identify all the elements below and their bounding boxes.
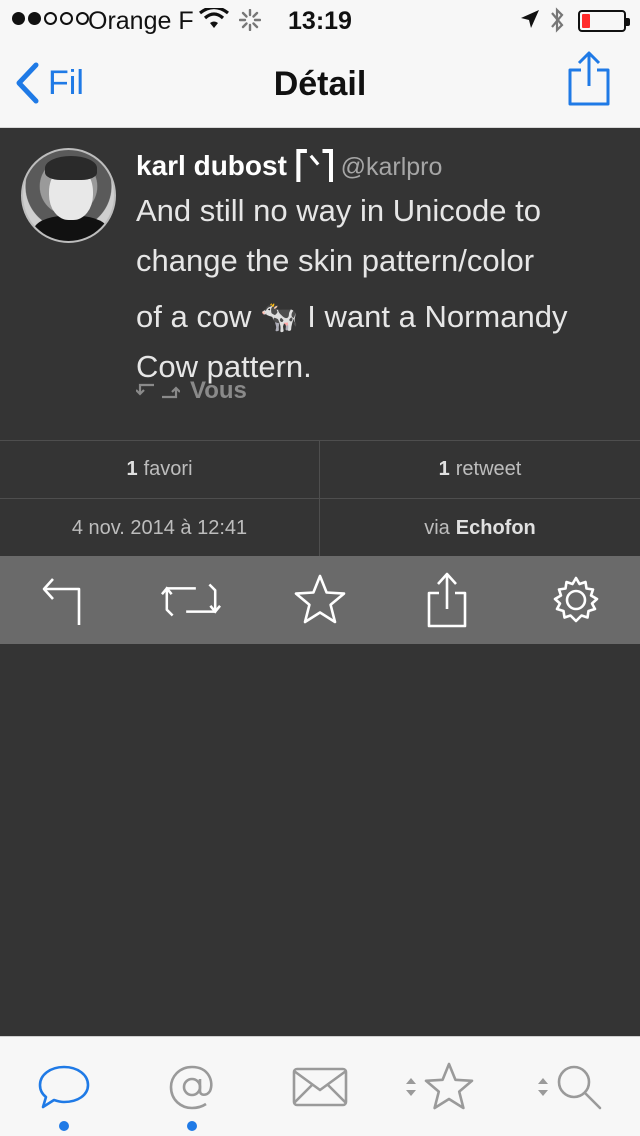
timeline-tab[interactable] <box>24 1057 104 1117</box>
tweet-text: And still no way in Unicode to change th… <box>136 186 626 392</box>
sort-arrows-icon <box>406 1078 416 1096</box>
back-label: Fil <box>48 63 84 102</box>
battery-level <box>582 14 590 28</box>
star-icon <box>294 574 346 624</box>
retweet-button[interactable] <box>161 570 221 630</box>
tweet-stats: 1 favori 1 retweet 4 nov. 2014 à 12:41 v… <box>0 440 640 557</box>
retweet-icon <box>161 583 221 617</box>
timeline-unread-dot <box>59 1121 69 1131</box>
search-tab[interactable] <box>530 1057 610 1117</box>
share-button[interactable] <box>417 570 477 630</box>
tab-bar <box>0 1036 640 1136</box>
messages-tab[interactable] <box>280 1057 360 1117</box>
tweet-text-line: change the skin pattern/color <box>136 243 535 278</box>
favorites-label: favori <box>143 458 193 480</box>
tweet-detail: karl dubost ⎡ᐠ⎤ @karlpro And still no way… <box>0 128 640 440</box>
via-prefix: via <box>424 516 450 539</box>
settings-button[interactable] <box>546 570 606 630</box>
chevron-left-icon <box>16 62 39 104</box>
share-icon <box>427 572 467 628</box>
star-icon <box>424 1062 474 1110</box>
author-name[interactable]: karl dubost ⎡ᐠ⎤ <box>136 150 335 181</box>
retweet-icon <box>136 383 180 399</box>
page-title: Détail <box>273 65 367 103</box>
reply-icon <box>42 578 81 625</box>
action-bar <box>0 556 640 644</box>
retweets-count: 1 <box>438 458 450 480</box>
carrier-name: Orange F <box>88 7 194 35</box>
back-button[interactable]: Fil <box>14 62 84 104</box>
tweet-text-line: And still no way in Unicode to <box>136 193 541 228</box>
favorite-button[interactable] <box>290 570 350 630</box>
status-bar: Orange F 13:19 <box>0 0 640 40</box>
author-row: karl dubost ⎡ᐠ⎤ @karlpro <box>136 149 442 182</box>
battery-icon <box>578 10 630 32</box>
mentions-unread-dot <box>187 1121 197 1131</box>
avatar[interactable] <box>21 148 116 243</box>
favorites-tab[interactable] <box>400 1057 480 1117</box>
share-icon[interactable] <box>566 50 612 108</box>
retweeted-by: Vous <box>136 377 247 405</box>
at-sign-icon <box>169 1065 213 1110</box>
top-bar: Orange F 13:19 Fil Détail <box>0 0 640 128</box>
wifi-icon <box>199 8 229 28</box>
envelope-icon <box>292 1067 348 1107</box>
via-app: Echofon <box>455 516 536 539</box>
author-handle[interactable]: @karlpro <box>341 153 443 181</box>
tweet-date: 4 nov. 2014 à 12:41 <box>71 516 248 539</box>
via-cell[interactable]: via Echofon <box>320 499 640 557</box>
signal-strength-icon <box>12 12 89 25</box>
favorites-count-cell[interactable]: 1 favori <box>0 441 320 499</box>
sort-arrows-icon <box>538 1078 548 1096</box>
gear-icon <box>553 576 599 623</box>
tweet-text-line: of a cow 🐄 I want a Normandy <box>136 299 568 334</box>
retweeted-by-label: Vous <box>190 377 247 404</box>
speech-bubble-icon <box>38 1065 90 1109</box>
mentions-tab[interactable] <box>152 1057 232 1117</box>
retweets-count-cell[interactable]: 1 retweet <box>320 441 640 499</box>
bluetooth-icon <box>551 7 564 33</box>
favorites-count: 1 <box>126 458 138 480</box>
activity-spinner-icon <box>239 9 261 31</box>
reply-button[interactable] <box>34 570 94 630</box>
location-arrow-icon <box>521 10 539 28</box>
tweet-date-cell: 4 nov. 2014 à 12:41 <box>0 499 320 557</box>
retweets-label: retweet <box>455 458 522 480</box>
search-icon <box>557 1065 602 1110</box>
navigation-bar: Fil Détail <box>0 40 640 128</box>
